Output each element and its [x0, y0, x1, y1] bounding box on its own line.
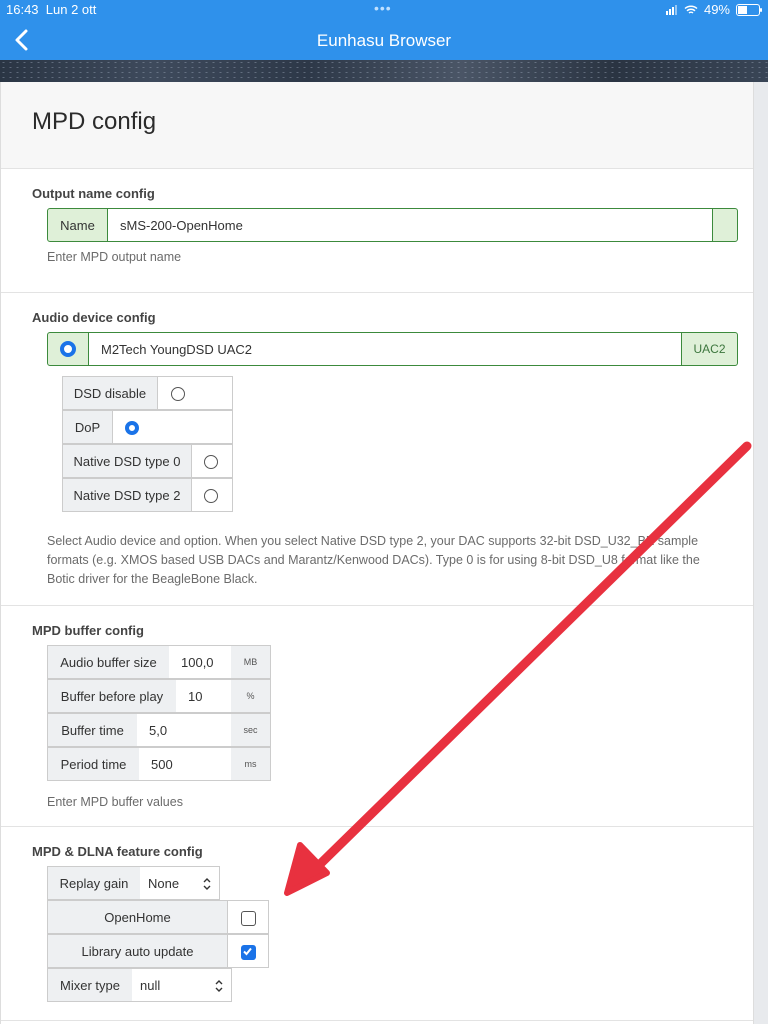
native-dsd-type0-radio[interactable] — [204, 455, 218, 469]
signal-icon — [665, 4, 677, 15]
buffer-section: MPD buffer config Audio buffer size 100,… — [1, 605, 753, 827]
battery-icon — [736, 3, 762, 16]
section-title: Audio device config — [32, 310, 156, 325]
audio-device-section: Audio device config M2Tech YoungDSD UAC2… — [1, 292, 753, 606]
mixer-type-label: Mixer type — [47, 968, 133, 1002]
replay-gain-select[interactable]: None — [140, 866, 220, 900]
dsd-option-label: DoP — [62, 410, 113, 444]
buffer-unit: % — [231, 679, 271, 713]
nav-bar: Eunhasu Browser — [0, 20, 768, 60]
replay-gain-label: Replay gain — [47, 866, 141, 900]
dsd-option-radio-cell[interactable] — [191, 444, 233, 478]
nav-title: Eunhasu Browser — [316, 31, 452, 50]
dsd-option-radio-cell[interactable] — [112, 410, 233, 444]
audio-help-text: Select Audio device and option. When you… — [47, 534, 700, 586]
output-help-text: Enter MPD output name — [47, 250, 182, 264]
section-title: Output name config — [32, 186, 155, 201]
openhome-check-cell[interactable] — [227, 900, 269, 934]
audio-buffer-size-input[interactable]: 100,0 — [169, 645, 232, 679]
device-badge: UAC2 — [681, 332, 738, 366]
multitask-dots-icon[interactable]: ••• — [374, 0, 392, 16]
buffer-label: Buffer time — [47, 713, 138, 747]
library-auto-update-label: Library auto update — [47, 934, 228, 968]
buffer-unit: sec — [231, 713, 271, 747]
buffer-before-play-input[interactable]: 10 — [176, 679, 232, 713]
native-dsd-type2-radio[interactable] — [204, 489, 218, 503]
dsd-option-label: DSD disable — [62, 376, 158, 410]
buffer-time-input[interactable]: 5,0 — [137, 713, 232, 747]
library-check-cell[interactable] — [227, 934, 269, 968]
device-radio-addon[interactable] — [47, 332, 89, 366]
status-right: 49% — [665, 2, 762, 17]
output-name-section: Output name config Name sMS-200-OpenHome… — [1, 168, 753, 293]
name-input-addon-right — [712, 208, 738, 242]
audio-device-field[interactable]: M2Tech YoungDSD UAC2 — [89, 332, 682, 366]
dsd-option-radio-cell[interactable] — [157, 376, 233, 410]
openhome-label: OpenHome — [47, 900, 228, 934]
device-radio[interactable] — [60, 341, 76, 357]
dsd-disable-radio[interactable] — [171, 387, 185, 401]
buffer-help-text: Enter MPD buffer values — [47, 795, 183, 809]
page-title: MPD config — [32, 108, 157, 135]
dsd-option-radio-cell[interactable] — [191, 478, 233, 512]
section-title: MPD buffer config — [32, 623, 144, 638]
card-header: MPD config — [1, 82, 753, 169]
status-bar: 16:43 Lun 2 ott ••• 49% — [0, 0, 768, 20]
library-auto-update-checkbox[interactable] — [241, 945, 256, 960]
buffer-label: Audio buffer size — [47, 645, 170, 679]
name-addon: Name — [47, 208, 108, 242]
section-title: MPD & DLNA feature config — [32, 844, 203, 859]
dsd-option-label: Native DSD type 0 — [62, 444, 192, 478]
select-arrows-icon — [215, 980, 223, 992]
battery-percent: 49% — [703, 2, 730, 17]
buffer-unit: MB — [231, 645, 271, 679]
config-card: MPD config Output name config Name sMS-2… — [0, 82, 754, 1024]
output-name-input[interactable]: sMS-200-OpenHome — [108, 208, 713, 242]
status-time: 16:43 Lun 2 ott — [6, 2, 97, 17]
mixer-type-select[interactable]: null — [132, 968, 232, 1002]
buffer-label: Buffer before play — [47, 679, 177, 713]
openhome-checkbox[interactable] — [241, 911, 256, 926]
buffer-unit: ms — [231, 747, 271, 781]
buffer-label: Period time — [47, 747, 140, 781]
select-arrows-icon — [203, 878, 211, 890]
wifi-icon — [684, 4, 698, 14]
dsd-option-label: Native DSD type 2 — [62, 478, 192, 512]
feature-section: MPD & DLNA feature config Replay gain No… — [1, 826, 753, 1021]
period-time-input[interactable]: 500 — [139, 747, 232, 781]
checkmark-icon — [243, 947, 252, 956]
header-background-image — [0, 60, 768, 82]
dop-radio[interactable] — [125, 421, 139, 435]
